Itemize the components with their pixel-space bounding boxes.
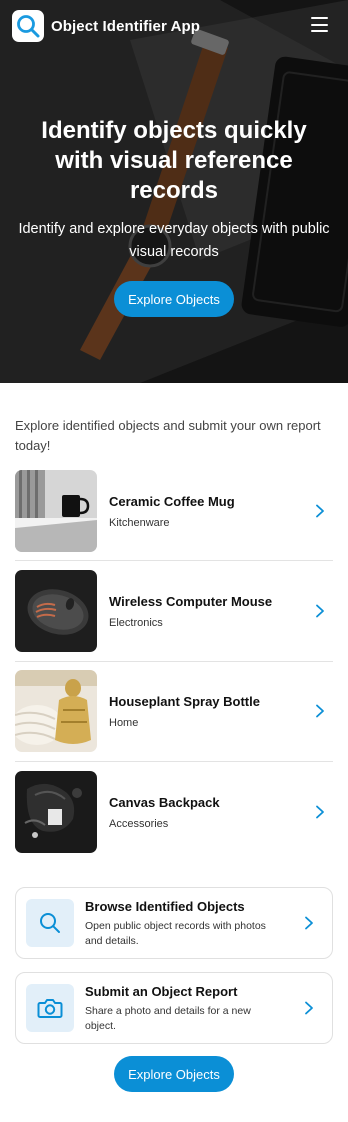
card-description: Share a photo and details for a new obje… [85,1004,251,1032]
object-thumbnail [15,771,97,853]
top-navigation-bar: Object Identifier App [0,0,348,52]
card-text: Submit an Object Report Share a photo an… [85,983,302,1034]
divider [15,560,333,561]
divider [15,661,333,662]
search-icon [17,15,40,38]
hero-section: Object Identifier App Identify objects q… [0,0,348,383]
card-title: Browse Identified Objects [85,898,245,914]
chevron-right-icon [316,604,324,618]
object-thumbnail [15,470,97,552]
object-name: Wireless Computer Mouse [109,593,273,609]
hero-subtitle: Identify and explore everyday objects wi… [18,221,330,260]
chevron-right-icon [316,704,324,718]
object-category: Kitchenware [109,516,170,529]
explore-objects-button[interactable]: Explore Objects [114,1056,234,1092]
camera-icon [37,999,63,1018]
divider [15,761,333,762]
object-info: Ceramic Coffee Mug Kitchenware [109,493,313,530]
object-category: Home [109,716,139,729]
object-name: Ceramic Coffee Mug [109,493,235,509]
card-icon-container [26,899,74,947]
submit-report-card[interactable]: Submit an Object Report Share a photo an… [15,972,333,1044]
object-info: Canvas Backpack Accessories [109,794,313,831]
object-info: Wireless Computer Mouse Electronics [109,593,313,630]
card-text: Browse Identified Objects Open public ob… [85,898,302,949]
object-thumbnail [15,570,97,652]
card-title: Submit an Object Report [85,983,238,999]
intro-text: Explore identified objects and submit yo… [15,418,321,453]
object-name: Canvas Backpack [109,794,220,810]
card-description: Open public object records with photos a… [85,919,266,947]
object-info: Houseplant Spray Bottle Home [109,693,313,730]
list-item-houseplant-spray-bottle[interactable]: Houseplant Spray Bottle Home [15,670,333,752]
chevron-right-icon [316,504,324,518]
explore-objects-button[interactable]: Explore Objects [114,281,234,317]
browse-objects-card[interactable]: Browse Identified Objects Open public ob… [15,887,333,959]
chevron-right-icon [305,1001,313,1015]
list-item-ceramic-coffee-mug[interactable]: Ceramic Coffee Mug Kitchenware [15,470,333,552]
object-category: Electronics [109,616,163,629]
hamburger-menu-icon[interactable] [311,17,328,32]
chevron-right-icon [305,916,313,930]
object-thumbnail [15,670,97,752]
hero-title: Identify objects quickly with visual ref… [41,117,307,204]
list-item-wireless-computer-mouse[interactable]: Wireless Computer Mouse Electronics [15,570,333,652]
list-item-canvas-backpack[interactable]: Canvas Backpack Accessories [15,771,333,853]
object-category: Accessories [109,817,169,830]
card-icon-container [26,984,74,1032]
object-name: Houseplant Spray Bottle [109,693,260,709]
app-title: Object Identifier App [51,17,201,35]
app-logo[interactable] [12,10,44,42]
search-icon [40,913,60,933]
chevron-right-icon [316,805,324,819]
